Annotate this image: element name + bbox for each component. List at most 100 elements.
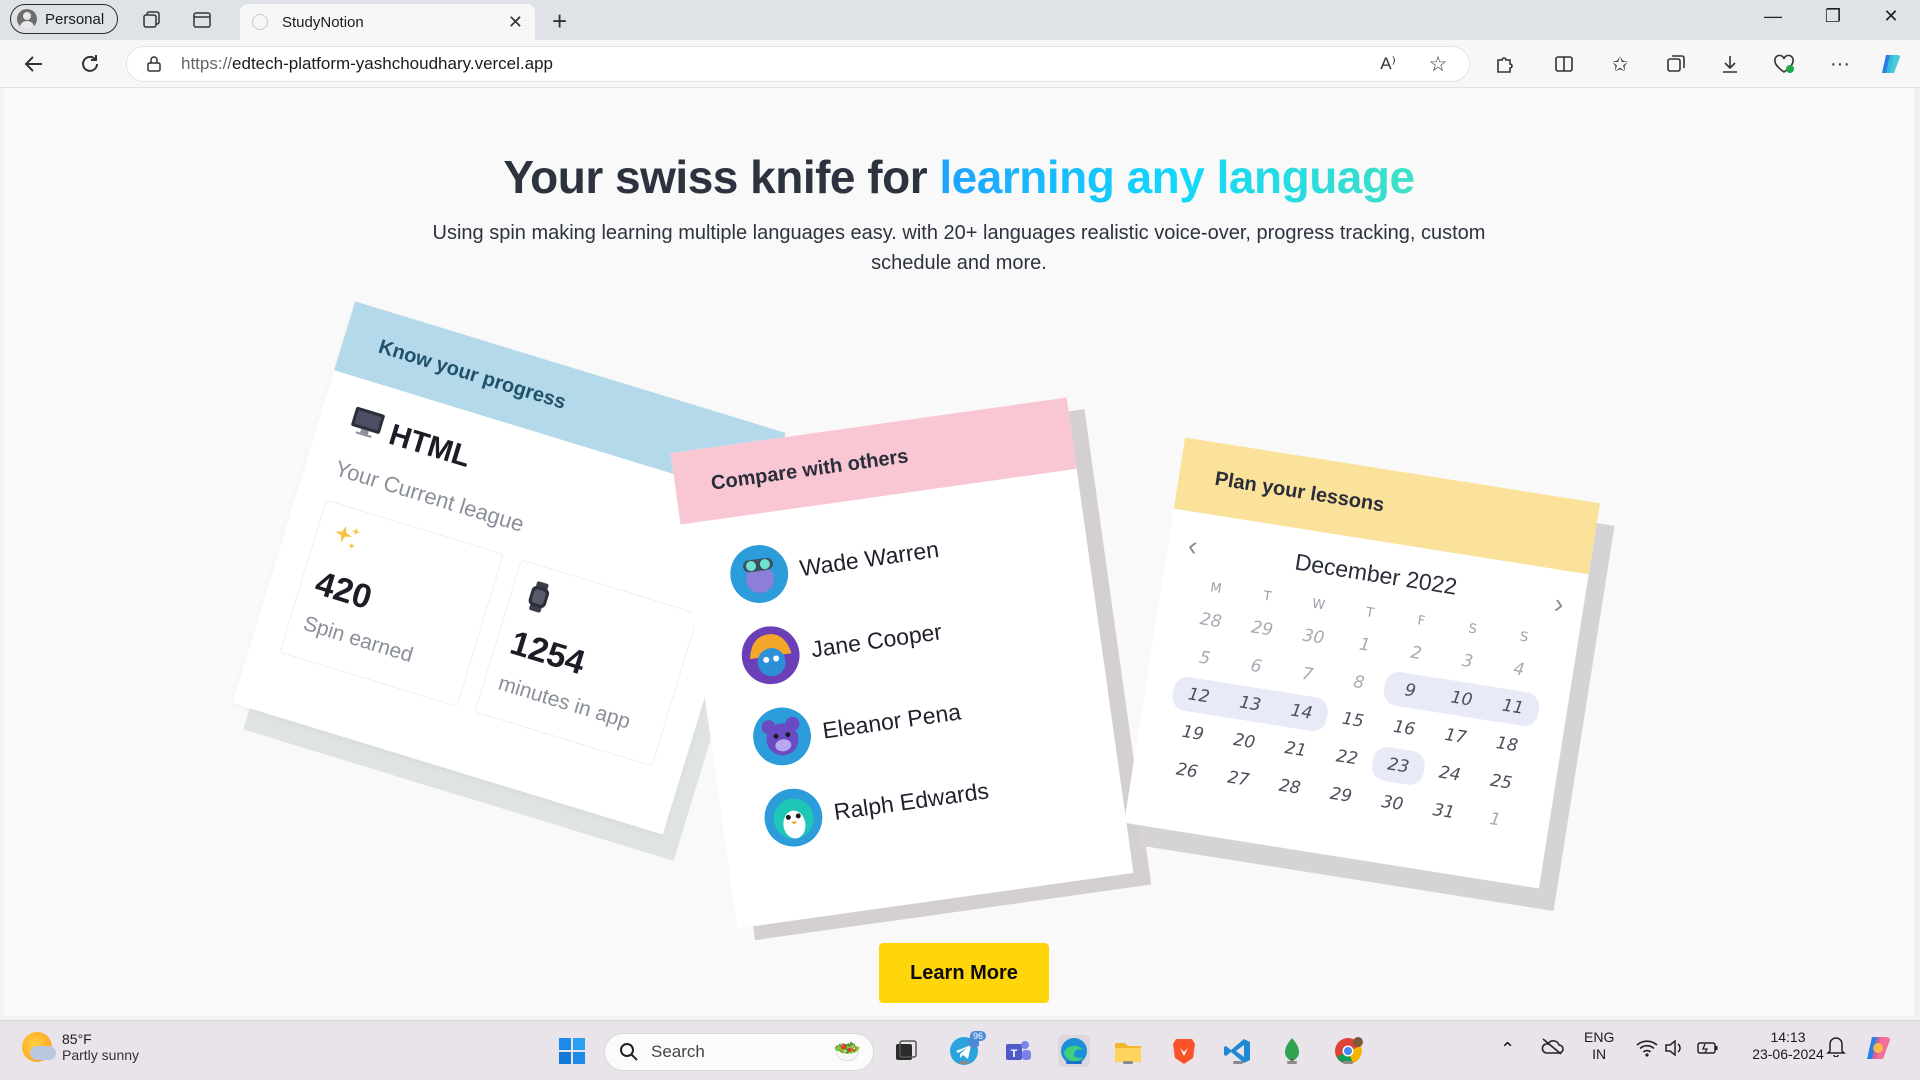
- calendar-day[interactable]: 19: [1165, 713, 1222, 755]
- calendar-day[interactable]: 5: [1176, 637, 1233, 679]
- tab-title: StudyNotion: [282, 13, 364, 31]
- calendar-day[interactable]: 8: [1331, 662, 1388, 704]
- calendar-day[interactable]: 21: [1267, 729, 1324, 771]
- close-window-icon[interactable]: ✕: [1868, 6, 1914, 27]
- copilot-icon[interactable]: [1878, 50, 1906, 78]
- lock-icon[interactable]: [147, 56, 161, 72]
- calendar-day[interactable]: 30: [1364, 783, 1421, 825]
- language-top: ENG: [1584, 1029, 1615, 1045]
- calendar-day[interactable]: 30: [1285, 616, 1342, 658]
- profile-button[interactable]: Personal: [10, 4, 118, 34]
- avatar: [761, 785, 827, 851]
- person-name: Jane Cooper: [809, 617, 944, 662]
- calendar-day[interactable]: 28: [1182, 600, 1239, 642]
- running-indicator: [959, 1061, 969, 1064]
- calendar-day[interactable]: 1: [1467, 799, 1524, 841]
- page-scrollbar[interactable]: [1914, 88, 1920, 1016]
- chevron-up-icon[interactable]: ⌃: [1500, 1039, 1515, 1060]
- volume-icon[interactable]: [1664, 1039, 1684, 1060]
- calendar-day-selected[interactable]: 14: [1273, 691, 1330, 734]
- calendar-day[interactable]: 24: [1421, 753, 1478, 795]
- calendar-day-selected[interactable]: 13: [1221, 683, 1279, 725]
- telegram-icon[interactable]: 96: [948, 1031, 986, 1067]
- url-host: edtech-platform-yashchoudhary.vercel.app: [232, 54, 553, 73]
- more-menu-icon[interactable]: ···: [1826, 50, 1854, 78]
- headline-highlight: learning any language: [939, 151, 1415, 203]
- download-icon[interactable]: [1716, 50, 1744, 78]
- calendar-day[interactable]: 15: [1325, 699, 1382, 741]
- calendar-day[interactable]: 29: [1313, 774, 1370, 816]
- battery-icon[interactable]: [1696, 1039, 1720, 1060]
- teams-icon[interactable]: T: [1002, 1035, 1034, 1067]
- calendar-day-selected[interactable]: 23: [1370, 745, 1427, 787]
- restore-icon[interactable]: ❐: [1810, 6, 1856, 27]
- close-tab-icon[interactable]: ✕: [508, 12, 523, 33]
- browser-essentials-icon[interactable]: [1770, 50, 1798, 78]
- learn-more-button[interactable]: Learn More: [879, 943, 1049, 1003]
- person-name: Ralph Edwards: [832, 776, 991, 825]
- running-indicator: [1233, 1061, 1243, 1064]
- calendar-day[interactable]: 7: [1279, 654, 1336, 696]
- profile-label: Personal: [45, 10, 105, 28]
- tab-favicon-icon: [252, 14, 268, 30]
- calendar-day[interactable]: 26: [1159, 750, 1216, 792]
- calendar-day[interactable]: 2: [1388, 632, 1445, 674]
- hero-headline: Your swiss knife for learning any langua…: [4, 150, 1914, 204]
- input-language[interactable]: ENG IN: [1584, 1029, 1614, 1063]
- weather-widget[interactable]: 85°F Partly sunny: [22, 1031, 139, 1063]
- wifi-icon[interactable]: [1636, 1039, 1658, 1060]
- calendar-day[interactable]: 17: [1427, 716, 1484, 758]
- new-tab-icon[interactable]: +: [552, 6, 567, 37]
- clock[interactable]: 14:13 23-06-2024: [1746, 1029, 1830, 1063]
- calendar-day[interactable]: 6: [1228, 646, 1285, 688]
- calendar-day[interactable]: 1: [1336, 624, 1393, 666]
- stat-value: 1254: [505, 623, 590, 683]
- file-explorer-icon[interactable]: [1112, 1035, 1144, 1067]
- calendar-day[interactable]: 18: [1479, 724, 1536, 766]
- partly-sunny-icon: [22, 1032, 56, 1062]
- calendar-day-selected[interactable]: 12: [1170, 675, 1228, 717]
- address-bar[interactable]: https://edtech-platform-yashchoudhary.ve…: [126, 46, 1470, 82]
- watch-icon: [521, 581, 551, 620]
- calendar-day[interactable]: 28: [1261, 766, 1318, 808]
- taskbar-search-input[interactable]: Search 🥗: [604, 1033, 874, 1071]
- chrome-icon[interactable]: [1332, 1035, 1364, 1067]
- language-name: HTML: [385, 418, 475, 474]
- windows-start-icon[interactable]: [556, 1035, 588, 1067]
- split-screen-icon[interactable]: [1550, 50, 1578, 78]
- calendar-day[interactable]: 31: [1415, 791, 1472, 833]
- calendar-day[interactable]: 25: [1473, 761, 1530, 803]
- calendar-day[interactable]: 4: [1491, 649, 1548, 691]
- back-icon[interactable]: [20, 50, 48, 78]
- brave-icon[interactable]: [1168, 1035, 1200, 1067]
- avatar: [738, 622, 804, 688]
- workspaces-icon[interactable]: [140, 8, 164, 32]
- minimize-icon[interactable]: —: [1750, 6, 1796, 27]
- calendar-day[interactable]: 27: [1210, 758, 1267, 800]
- calendar-day[interactable]: 20: [1216, 721, 1273, 763]
- calendar-day[interactable]: 22: [1319, 737, 1376, 779]
- weather-temp: 85°F: [62, 1031, 92, 1047]
- calendar-day-selected[interactable]: 9: [1381, 670, 1439, 712]
- favorite-star-icon[interactable]: ☆: [1424, 50, 1452, 78]
- copilot-taskbar-icon[interactable]: [1864, 1033, 1894, 1066]
- calendar-day-selected[interactable]: 11: [1484, 686, 1542, 729]
- edge-icon[interactable]: [1058, 1035, 1090, 1067]
- refresh-icon[interactable]: [76, 50, 104, 78]
- notification-bell-icon[interactable]: [1826, 1035, 1846, 1063]
- calendar-day[interactable]: 29: [1234, 608, 1291, 650]
- mongodb-icon[interactable]: [1276, 1035, 1308, 1067]
- favorites-icon[interactable]: ✩: [1606, 50, 1634, 78]
- collections-icon[interactable]: [1662, 50, 1690, 78]
- tab-studynotion[interactable]: StudyNotion ✕: [240, 4, 535, 40]
- vscode-icon[interactable]: [1222, 1035, 1254, 1067]
- calendar-day[interactable]: 3: [1439, 641, 1496, 683]
- onedrive-offline-icon[interactable]: [1540, 1037, 1564, 1058]
- vertical-tabs-icon[interactable]: [190, 8, 214, 32]
- read-aloud-icon[interactable]: A⁾: [1374, 50, 1402, 78]
- calendar-day[interactable]: 16: [1376, 708, 1433, 750]
- task-view-icon[interactable]: [890, 1035, 922, 1067]
- extensions-icon[interactable]: [1490, 50, 1518, 78]
- stat-minutes-in-app: 1254 minutes in app: [474, 559, 699, 767]
- calendar-day-selected[interactable]: 10: [1433, 678, 1490, 720]
